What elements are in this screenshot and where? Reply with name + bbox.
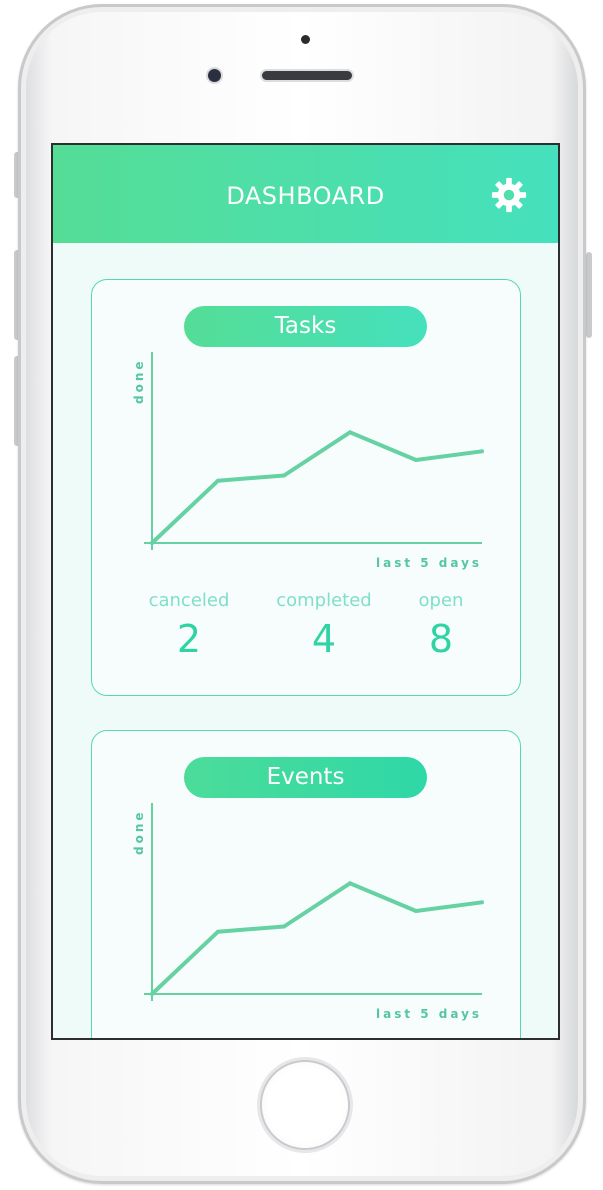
tasks-series-line — [150, 430, 483, 545]
stat-canceled[interactable]: canceled 2 — [119, 590, 259, 661]
stat-value: 8 — [428, 617, 454, 661]
tasks-stats: canceled 2 completed 4 open 8 — [92, 590, 520, 680]
data-point — [216, 929, 220, 934]
events-chart — [144, 803, 484, 1001]
events-title-pill[interactable]: Events — [184, 757, 427, 798]
tasks-y-axis-label: done — [132, 358, 146, 404]
page-title: DASHBOARD — [226, 182, 385, 210]
stat-label: canceled — [148, 590, 230, 611]
home-button[interactable] — [262, 1062, 348, 1148]
data-point — [414, 457, 418, 462]
data-point — [150, 992, 154, 996]
stat-value: 2 — [176, 617, 202, 661]
app-header: DASHBOARD — [53, 145, 558, 243]
data-point — [348, 430, 352, 435]
events-y-axis-label: done — [132, 809, 146, 855]
proximity-sensor — [301, 35, 310, 44]
data-point — [480, 900, 484, 905]
data-point — [282, 473, 286, 478]
data-point — [216, 478, 220, 483]
data-point — [150, 541, 154, 545]
power-button[interactable] — [586, 252, 592, 338]
events-x-axis-label: last 5 days — [376, 1007, 483, 1021]
app-screen: DASHBOARD Tasks done last 5 days cancele… — [53, 145, 558, 1038]
tasks-x-axis-label: last 5 days — [376, 556, 483, 570]
stat-open[interactable]: open 8 — [371, 590, 511, 661]
tasks-chart — [144, 352, 484, 550]
gear-icon[interactable] — [490, 176, 528, 214]
tasks-title-pill[interactable]: Tasks — [184, 306, 427, 347]
stat-label: open — [418, 590, 464, 611]
data-point — [480, 449, 484, 454]
events-card[interactable]: Events done last 5 days — [91, 730, 521, 1038]
data-point — [282, 924, 286, 929]
front-camera — [208, 69, 221, 82]
data-point — [414, 908, 418, 913]
data-point — [348, 881, 352, 886]
events-series-line — [150, 881, 483, 996]
earpiece-speaker — [262, 71, 352, 80]
tasks-card[interactable]: Tasks done last 5 days canceled 2 comple… — [91, 279, 521, 696]
